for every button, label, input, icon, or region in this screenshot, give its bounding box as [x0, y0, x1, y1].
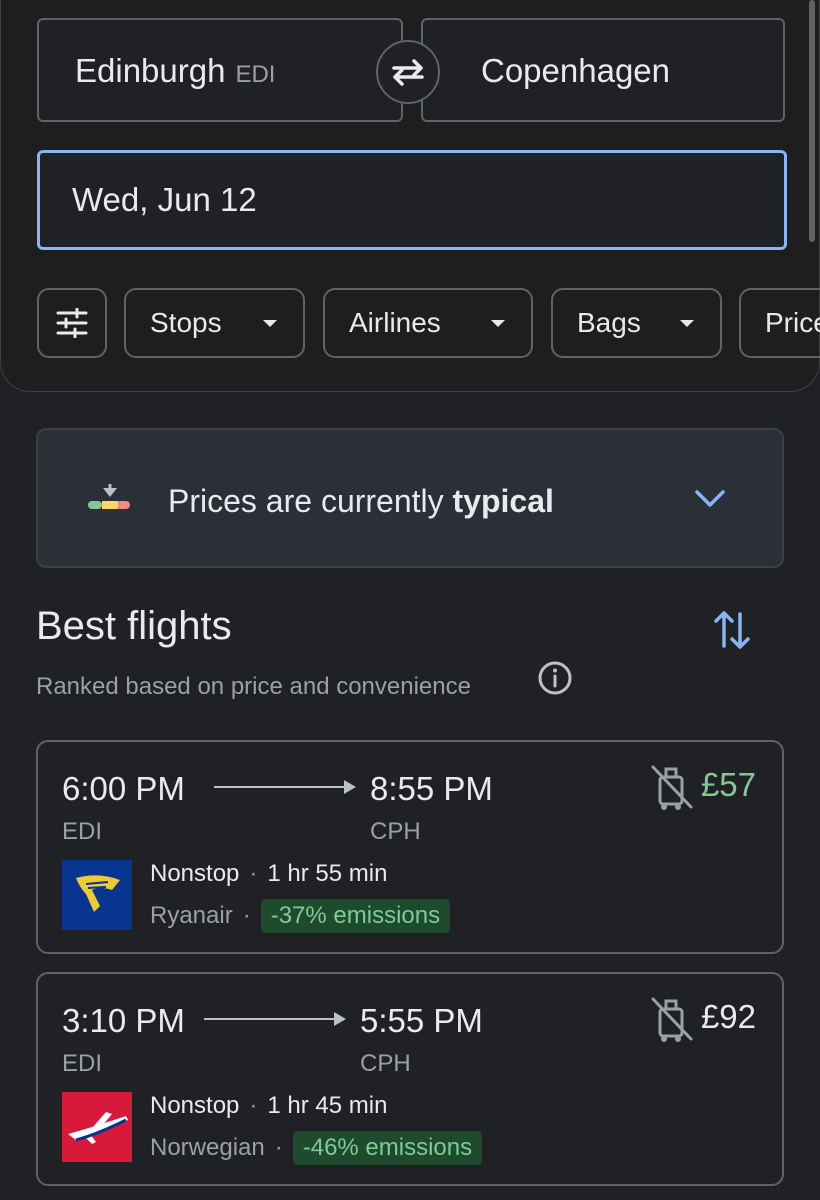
origin-field[interactable]: Edinburgh EDI — [37, 18, 403, 122]
bags-filter-chip[interactable]: Bags — [551, 288, 722, 358]
stops-filter-chip[interactable]: Stops — [124, 288, 305, 358]
norwegian-logo-icon — [62, 1092, 132, 1162]
flight-arrow — [214, 780, 356, 794]
tune-icon — [56, 308, 88, 338]
caret-down-icon — [680, 320, 694, 327]
flight-airline-emissions: Ryanair · -37% emissions — [150, 899, 451, 933]
swap-button[interactable] — [376, 40, 440, 104]
origin-code: EDI — [235, 61, 276, 88]
flight-stops: Nonstop — [150, 860, 240, 887]
flight-arrow — [204, 1012, 346, 1026]
flight-airline-emissions: Norwegian · -46% emissions — [150, 1131, 483, 1165]
price-filter-label: Price — [765, 307, 820, 338]
ryanair-logo-icon — [62, 860, 132, 930]
emissions-badge: -46% emissions — [292, 1131, 483, 1165]
airlines-filter-label: Airlines — [349, 307, 441, 338]
caret-down-icon — [491, 320, 505, 327]
depart-time: 3:10 PM — [62, 1002, 185, 1039]
flight-duration: 1 hr 55 min — [267, 860, 388, 887]
price-insight-prefix: Prices are currently — [168, 483, 453, 519]
origin-city: Edinburgh — [75, 52, 226, 89]
price-gauge-icon — [88, 484, 130, 509]
depart-time: 6:00 PM — [62, 770, 185, 807]
flight-card[interactable]: 6:00 PM 8:55 PM EDI CPH £57 Nonstop · 1 hr… — [36, 740, 784, 954]
stops-filter-label: Stops — [150, 307, 222, 338]
sort-arrows-icon[interactable] — [712, 608, 752, 652]
flight-price: £92 — [700, 998, 756, 1035]
separator-dot: · — [242, 902, 251, 929]
price-insight-level: typical — [452, 483, 554, 519]
separator-dot: · — [274, 1134, 283, 1161]
info-icon[interactable] — [537, 660, 573, 696]
depart-airport: EDI — [62, 818, 103, 845]
chevron-down-icon[interactable] — [694, 488, 726, 510]
bags-filter-label: Bags — [577, 307, 641, 338]
destination-field[interactable]: Copenhagen — [421, 18, 785, 122]
caret-down-icon — [263, 320, 277, 327]
search-panel: Edinburgh EDI Copenhagen Wed, Jun 12 Stop… — [0, 0, 820, 392]
airlines-filter-chip[interactable]: Airlines — [323, 288, 533, 358]
flight-card[interactable]: 3:10 PM 5:55 PM EDI CPH £92 Nonstop · 1 hr… — [36, 972, 784, 1186]
arrive-time: 5:55 PM — [360, 1002, 483, 1039]
flight-duration: 1 hr 45 min — [267, 1092, 388, 1119]
depart-airport: EDI — [62, 1050, 103, 1077]
no-carry-on-bag-icon — [651, 997, 693, 1042]
price-insight-banner[interactable]: Prices are currently typical — [36, 428, 784, 568]
no-carry-on-bag-icon — [651, 765, 693, 810]
section-title: Best flights — [36, 604, 232, 648]
departure-date-field[interactable]: Wed, Jun 12 — [37, 150, 787, 250]
section-subtitle: Ranked based on price and convenience — [36, 673, 471, 700]
flight-stops-duration: Nonstop · 1 hr 55 min — [150, 860, 387, 888]
emissions-badge: -37% emissions — [260, 899, 451, 933]
flight-stops: Nonstop — [150, 1092, 240, 1119]
arrive-airport: CPH — [370, 818, 421, 845]
flight-airline: Ryanair — [150, 902, 233, 929]
departure-date-text: Wed, Jun 12 — [72, 181, 257, 218]
all-filters-button[interactable] — [37, 288, 107, 358]
flight-airline: Norwegian — [150, 1134, 265, 1161]
separator-dot: · — [249, 1092, 258, 1119]
arrive-airport: CPH — [360, 1050, 411, 1077]
separator-dot: · — [249, 860, 258, 887]
price-insight-text: Prices are currently typical — [168, 483, 554, 520]
scrollbar-thumb[interactable] — [809, 0, 815, 242]
price-filter-chip[interactable]: Price — [739, 288, 820, 358]
arrive-time: 8:55 PM — [370, 770, 493, 807]
flight-price: £57 — [700, 766, 756, 803]
destination-city: Copenhagen — [481, 52, 671, 89]
origin-text: Edinburgh EDI — [75, 52, 275, 90]
flight-stops-duration: Nonstop · 1 hr 45 min — [150, 1092, 387, 1120]
swap-arrows-icon — [392, 59, 424, 86]
